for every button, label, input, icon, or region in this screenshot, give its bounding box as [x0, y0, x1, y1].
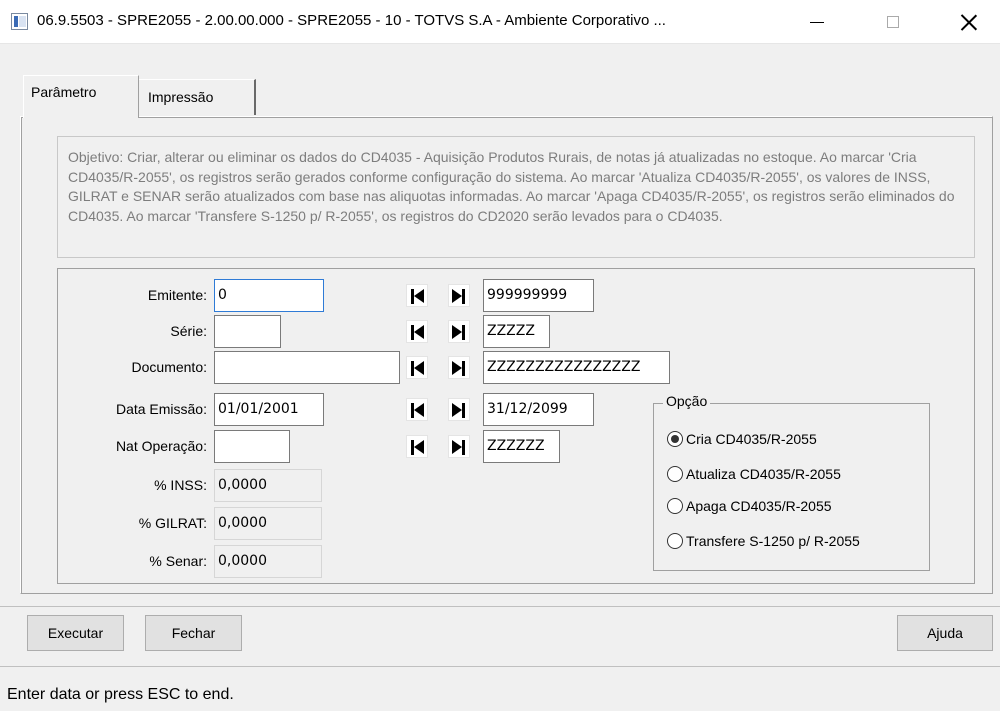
ajuda-button[interactable]: Ajuda	[897, 615, 993, 651]
senar-label: % Senar:	[149, 553, 207, 569]
serie-label: Série:	[170, 323, 207, 339]
button-bar-divider	[0, 606, 1000, 607]
option-cria[interactable]: Cria CD4035/R-2055	[667, 431, 817, 447]
emitente-first-icon[interactable]	[406, 284, 428, 307]
emitente-label: Emitente:	[147, 287, 207, 303]
minimize-icon	[810, 21, 824, 23]
nat-operacao-from-input[interactable]	[214, 430, 290, 463]
serie-last-icon[interactable]	[448, 320, 470, 343]
nat-operacao-last-icon[interactable]	[448, 435, 470, 458]
radio-selected-icon[interactable]	[667, 431, 683, 447]
opcao-group-title: Opção	[663, 393, 711, 409]
data-emissao-first-icon[interactable]	[406, 398, 428, 421]
gilrat-value: 0,0000	[214, 507, 322, 540]
option-atualiza[interactable]: Atualiza CD4035/R-2055	[667, 466, 841, 482]
option-cria-label: Cria CD4035/R-2055	[686, 431, 817, 447]
tab-impressao[interactable]: Impressão	[138, 79, 256, 115]
documento-last-icon[interactable]	[448, 356, 470, 379]
option-apaga[interactable]: Apaga CD4035/R-2055	[667, 498, 832, 514]
senar-value: 0,0000	[214, 545, 322, 578]
close-icon	[961, 14, 977, 30]
option-transfere-label: Transfere S-1250 p/ R-2055	[686, 533, 860, 549]
option-apaga-label: Apaga CD4035/R-2055	[686, 498, 832, 514]
program-window-icon[interactable]	[11, 13, 28, 30]
window-title: 06.9.5503 - SPRE2055 - 2.00.00.000 - SPR…	[37, 12, 666, 29]
gilrat-label: % GILRAT:	[138, 515, 207, 531]
radio-icon[interactable]	[667, 466, 683, 482]
objective-description: Objetivo: Criar, alterar ou eliminar os …	[57, 136, 975, 258]
status-bar: Enter data or press ESC to end.	[0, 666, 1000, 711]
inss-label: % INSS:	[154, 477, 207, 493]
maximize-button[interactable]	[862, 0, 924, 44]
documento-to-input[interactable]: ZZZZZZZZZZZZZZZZ	[483, 351, 670, 384]
title-bar[interactable]: 06.9.5503 - SPRE2055 - 2.00.00.000 - SPR…	[0, 0, 1000, 44]
executar-button[interactable]: Executar	[27, 615, 124, 651]
nat-operacao-label: Nat Operação:	[115, 438, 207, 454]
radio-icon[interactable]	[667, 498, 683, 514]
nat-operacao-to-input[interactable]: ZZZZZZ	[483, 430, 560, 463]
serie-first-icon[interactable]	[406, 320, 428, 343]
emitente-to-input[interactable]: 999999999	[483, 279, 594, 312]
inss-value: 0,0000	[214, 469, 322, 502]
serie-to-input[interactable]: ZZZZZ	[483, 315, 550, 348]
data-emissao-label: Data Emissão:	[115, 401, 207, 417]
option-atualiza-label: Atualiza CD4035/R-2055	[686, 466, 841, 482]
tab-parametro[interactable]: Parâmetro	[23, 75, 139, 118]
nat-operacao-first-icon[interactable]	[406, 435, 428, 458]
data-emissao-to-input[interactable]: 31/12/2099	[483, 393, 594, 426]
radio-icon[interactable]	[667, 533, 683, 549]
documento-first-icon[interactable]	[406, 356, 428, 379]
data-emissao-last-icon[interactable]	[448, 398, 470, 421]
documento-from-input[interactable]	[214, 351, 400, 384]
option-transfere[interactable]: Transfere S-1250 p/ R-2055	[667, 533, 860, 549]
minimize-button[interactable]	[786, 0, 848, 44]
close-button[interactable]	[938, 0, 1000, 44]
emitente-last-icon[interactable]	[448, 284, 470, 307]
emitente-from-input[interactable]: 0	[214, 279, 324, 312]
documento-label: Documento:	[131, 359, 207, 375]
maximize-icon	[887, 16, 899, 28]
serie-from-input[interactable]	[214, 315, 281, 348]
fechar-button[interactable]: Fechar	[145, 615, 242, 651]
data-emissao-from-input[interactable]: 01/01/2001	[214, 393, 324, 426]
